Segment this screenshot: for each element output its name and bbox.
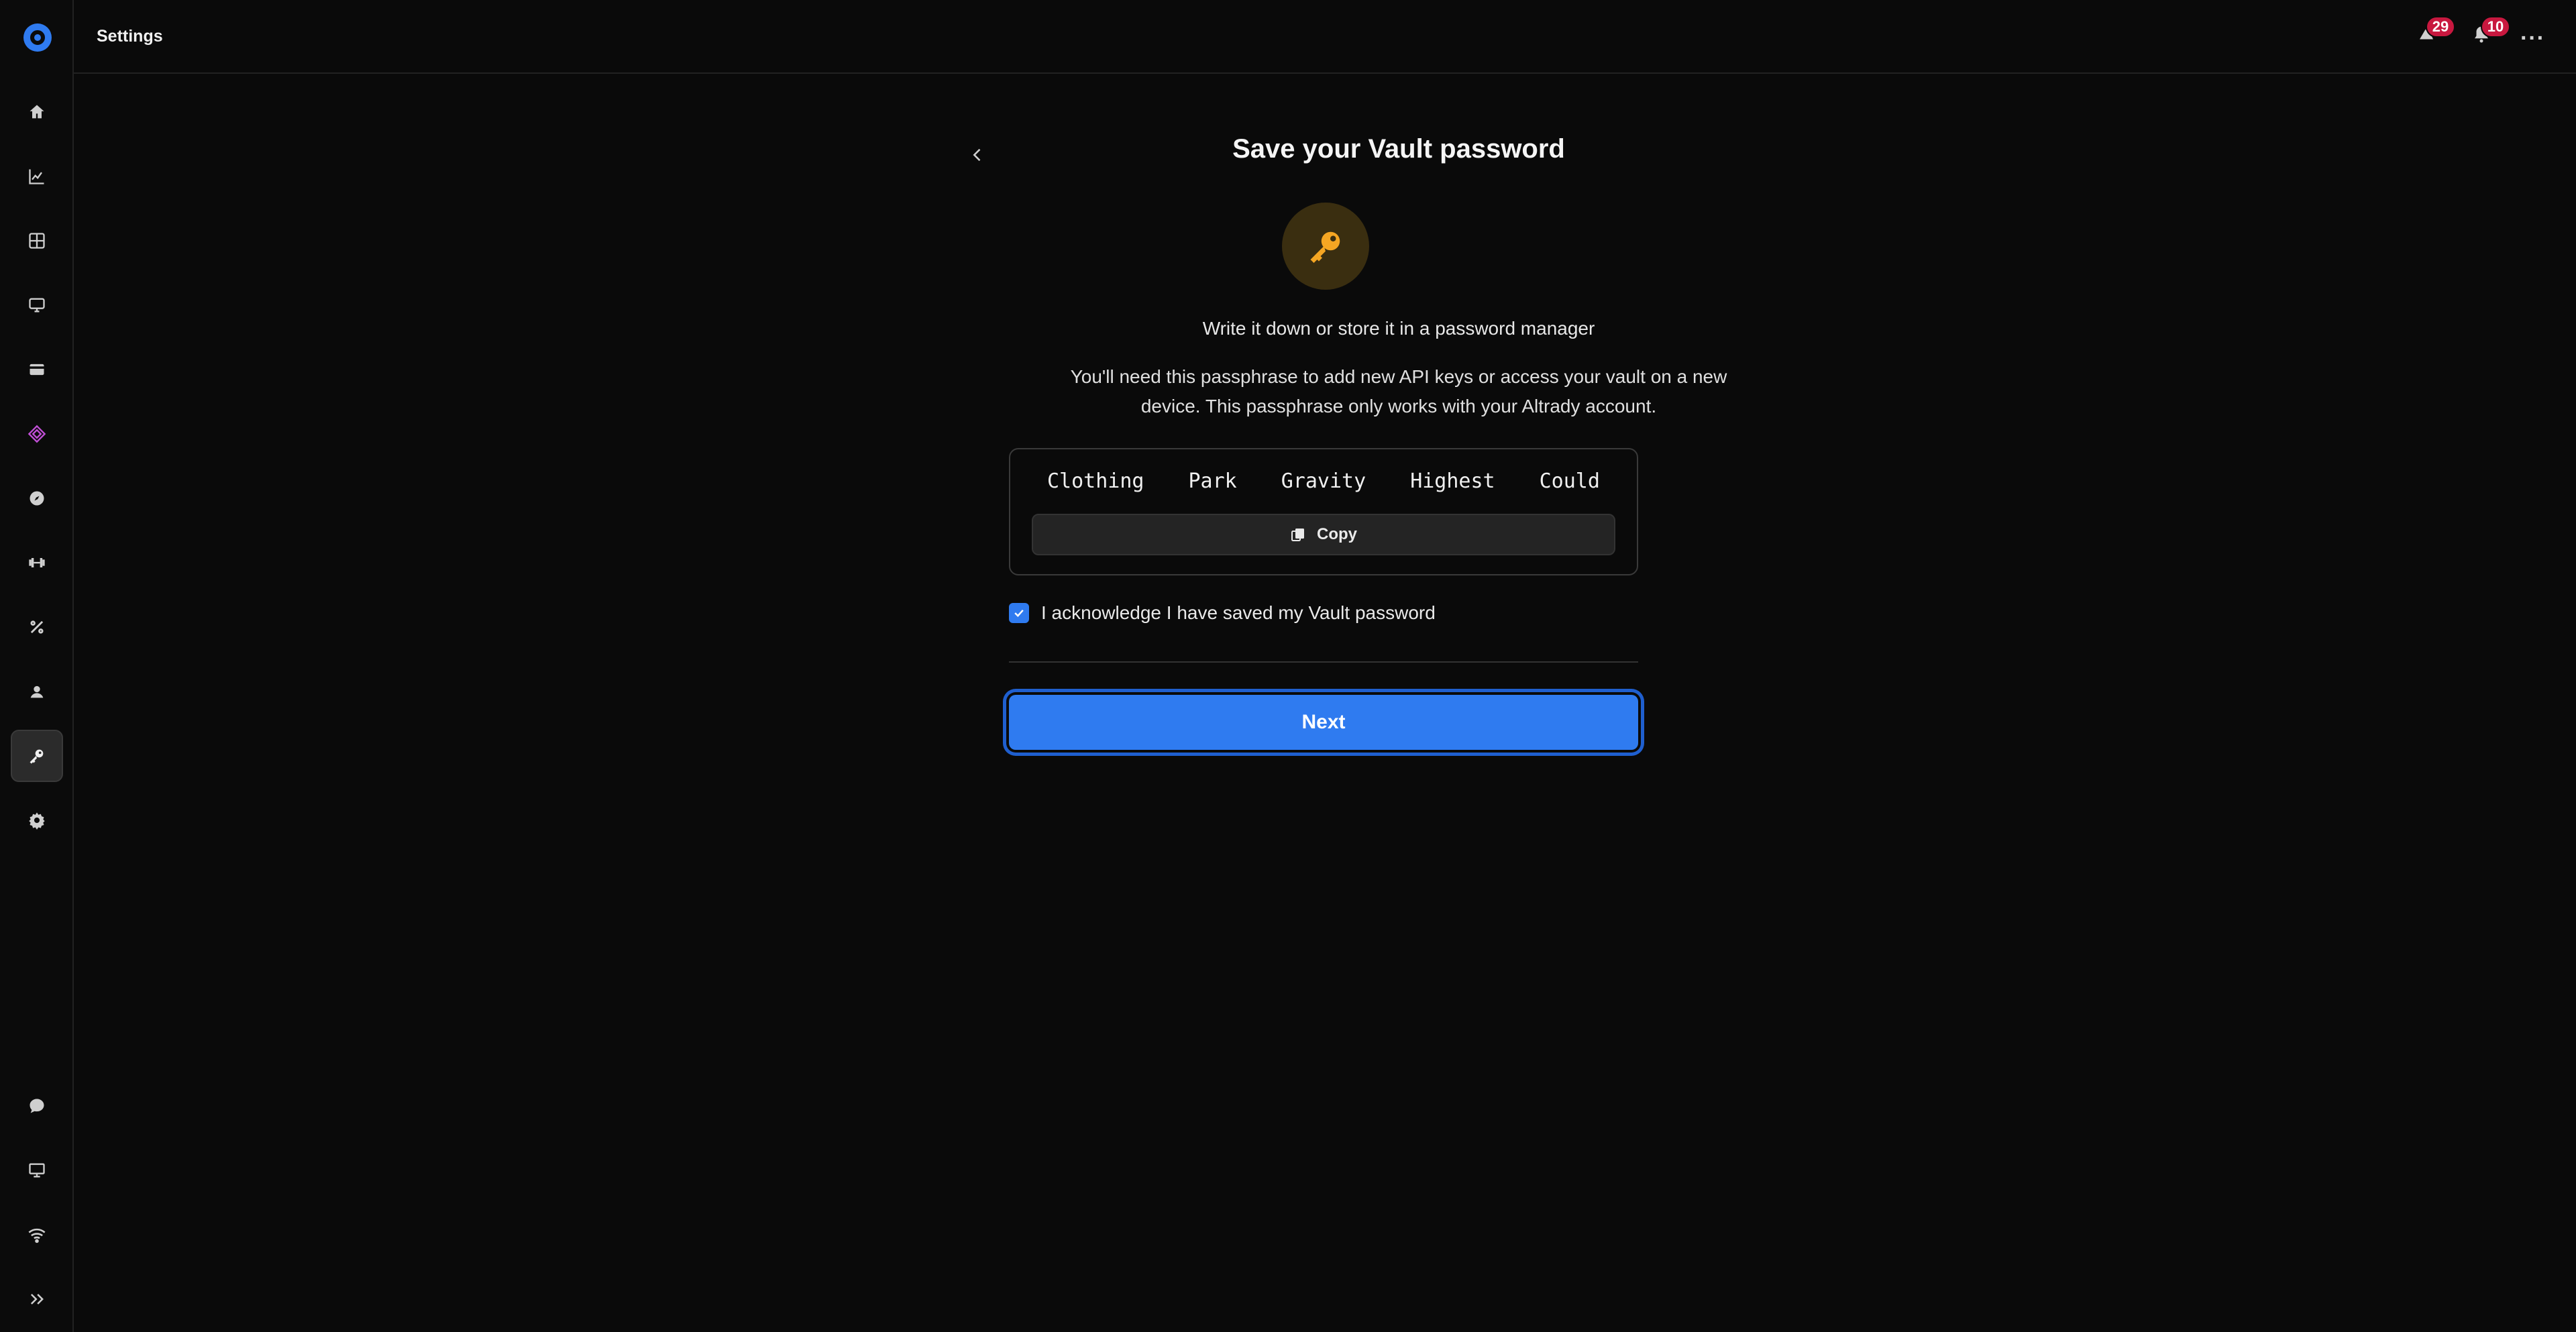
next-button[interactable]: Next [1009,695,1638,750]
key-icon [30,749,44,764]
wifi-icon [28,1228,46,1243]
monitor-icon [29,1163,45,1178]
acknowledge-row[interactable]: I acknowledge I have saved my Vault pass… [1009,602,1436,624]
sidebar-item-settings[interactable] [11,794,63,846]
dialog-subtitle: Write it down or store it in a password … [1202,318,1595,339]
sidebar-item-display[interactable] [11,1144,63,1197]
sidebar-item-support[interactable] [11,1080,63,1132]
dialog-title: Save your Vault password [1232,134,1565,164]
sidebar-item-terminal[interactable] [11,279,63,331]
expand-icon [30,1294,44,1305]
sidebar-item-layers[interactable] [11,408,63,460]
sidebar-item-vault[interactable] [11,730,63,782]
percent-icon [30,620,44,634]
sidebar-item-grid[interactable] [11,215,63,267]
sidebar-item-training[interactable] [11,537,63,589]
topbar: Settings 29 10 ··· [74,0,2576,74]
sidebar-item-charts[interactable] [11,150,63,203]
sidebar-item-explore[interactable] [11,472,63,524]
notifications-button[interactable]: 10 [2471,16,2510,48]
notifications-badge: 10 [2481,16,2510,38]
home-icon [30,105,44,119]
layers-icon [28,425,46,443]
copy-label: Copy [1317,525,1357,543]
compass-icon [30,491,44,506]
acknowledge-label: I acknowledge I have saved my Vault pass… [1041,602,1436,623]
chevron-left-icon [973,148,981,162]
passphrase-word: Clothing [1047,469,1144,493]
vault-password-panel: Save your Vault password Write it down o… [74,75,2576,1332]
copy-button[interactable]: Copy [1032,514,1615,555]
sidebar [0,0,74,1332]
user-badge-icon [30,685,44,698]
passphrase-words: Clothing Park Gravity Highest Could [1010,469,1637,493]
terminal-icon [29,298,45,313]
sidebar-item-fees[interactable] [11,601,63,653]
more-menu-button[interactable]: ··· [2520,25,2545,52]
key-badge [1282,203,1369,290]
sidebar-item-home[interactable] [11,86,63,138]
sidebar-expand-button[interactable] [11,1273,63,1325]
chat-icon [30,1099,44,1113]
divider [1009,661,1638,663]
check-icon [1014,609,1024,617]
grid-icon [29,233,45,249]
altrady-logo[interactable] [23,23,52,52]
dumbbell-icon [29,558,45,567]
page-title: Settings [97,27,163,46]
back-button[interactable] [959,137,996,173]
passphrase-box: Clothing Park Gravity Highest Could Copy [1009,448,1638,575]
passphrase-word: Park [1188,469,1237,493]
sidebar-item-wallet[interactable] [11,343,63,396]
app-window: Settings 29 10 ··· Save your Vault passw… [0,0,2576,1332]
alerts-badge: 29 [2426,16,2455,38]
chart-icon [29,169,44,184]
wallet-icon [30,364,44,376]
copy-icon [1291,529,1304,541]
key-icon [1310,231,1340,263]
acknowledge-checkbox[interactable] [1009,603,1029,623]
passphrase-word: Could [1539,469,1600,493]
alerts-button[interactable]: 29 [2416,16,2455,48]
gear-icon [29,812,45,830]
sidebar-item-account[interactable] [11,665,63,718]
dialog-description: You'll need this passphrase to add new A… [1070,366,1727,417]
sidebar-item-connection[interactable] [11,1209,63,1261]
passphrase-word: Highest [1410,469,1495,493]
passphrase-word: Gravity [1281,469,1366,493]
